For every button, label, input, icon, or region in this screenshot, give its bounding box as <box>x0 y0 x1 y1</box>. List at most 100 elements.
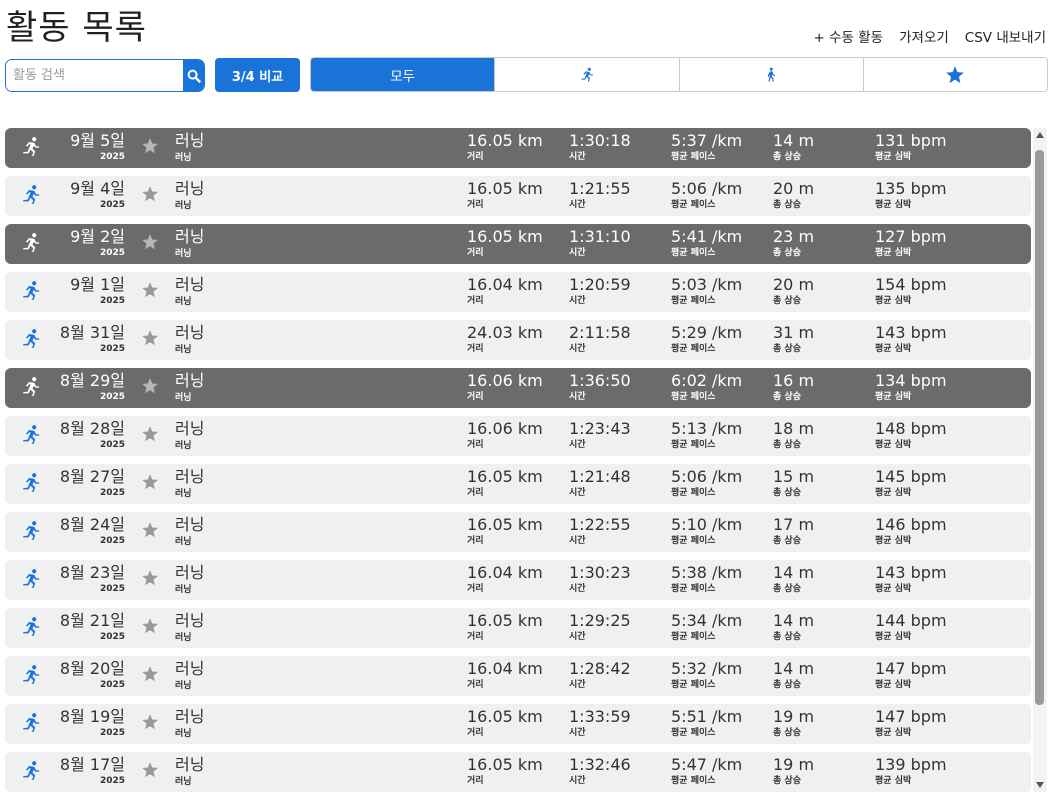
favorite-star-icon[interactable] <box>141 761 159 779</box>
heart-rate-value: 143 bpm <box>875 323 947 342</box>
activity-row[interactable]: 8월 17일 2025 러닝 러닝 16.05 km 거리 1:32:46 시간… <box>5 752 1031 792</box>
activity-name[interactable]: 러닝 <box>175 563 204 583</box>
activity-row[interactable]: 8월 29일 2025 러닝 러닝 16.06 km 거리 1:36:50 시간… <box>5 368 1031 408</box>
page-title: 활동 목록 <box>6 8 147 48</box>
search-button[interactable] <box>183 60 204 91</box>
activity-row[interactable]: 8월 19일 2025 러닝 러닝 16.05 km 거리 1:33:59 시간… <box>5 704 1031 744</box>
activity-list: 9월 5일 2025 러닝 러닝 16.05 km 거리 1:30:18 시간 … <box>5 128 1031 798</box>
running-icon <box>23 713 40 733</box>
favorite-star-icon[interactable] <box>141 137 159 155</box>
activity-name[interactable]: 러닝 <box>175 131 204 151</box>
pace-label: 평균 페이스 <box>671 200 716 210</box>
favorite-star-icon[interactable] <box>141 329 159 347</box>
elevation-value: 18 m <box>773 419 815 438</box>
running-icon <box>23 473 40 493</box>
filter-tab-all[interactable]: 모두 <box>311 58 495 91</box>
activity-row[interactable]: 8월 28일 2025 러닝 러닝 16.06 km 거리 1:23:43 시간… <box>5 416 1031 456</box>
activity-row[interactable]: 8월 24일 2025 러닝 러닝 16.05 km 거리 1:22:55 시간… <box>5 512 1031 552</box>
pace-metric: 5:37 /km 평균 페이스 <box>671 131 742 163</box>
activity-date: 8월 31일 <box>59 323 125 342</box>
activity-year: 2025 <box>99 728 125 738</box>
elevation-label: 총 상승 <box>773 536 801 546</box>
time-metric: 1:33:59 시간 <box>569 707 631 739</box>
activity-row[interactable]: 8월 27일 2025 러닝 러닝 16.05 km 거리 1:21:48 시간… <box>5 464 1031 504</box>
activity-type: 러닝 <box>175 537 192 547</box>
activity-type: 러닝 <box>175 345 192 355</box>
search-input[interactable] <box>6 60 183 91</box>
scroll-up-arrow-icon[interactable] <box>1036 132 1044 138</box>
activity-row[interactable]: 8월 23일 2025 러닝 러닝 16.04 km 거리 1:30:23 시간… <box>5 560 1031 600</box>
pace-label: 평균 페이스 <box>671 536 716 546</box>
activity-name[interactable]: 러닝 <box>175 467 204 487</box>
activity-name[interactable]: 러닝 <box>175 179 204 199</box>
filter-tab-running[interactable] <box>494 58 679 91</box>
heart-rate-metric: 145 bpm 평균 심박 <box>875 467 947 499</box>
favorite-star-icon[interactable] <box>141 473 159 491</box>
activity-name[interactable]: 러닝 <box>175 611 204 631</box>
activity-row[interactable]: 8월 21일 2025 러닝 러닝 16.05 km 거리 1:29:25 시간… <box>5 608 1031 648</box>
elevation-label: 총 상승 <box>773 728 801 738</box>
activity-row[interactable]: 9월 5일 2025 러닝 러닝 16.05 km 거리 1:30:18 시간 … <box>5 128 1031 168</box>
import-button[interactable]: 가져오기 <box>899 26 949 46</box>
activity-year: 2025 <box>99 488 125 498</box>
activity-name[interactable]: 러닝 <box>175 659 204 679</box>
time-label: 시간 <box>569 296 586 306</box>
favorite-star-icon[interactable] <box>141 233 159 251</box>
pace-value: 5:32 /km <box>671 659 743 678</box>
favorite-star-icon[interactable] <box>141 185 159 203</box>
time-metric: 1:28:42 시간 <box>569 659 631 691</box>
heart-rate-label: 평균 심박 <box>875 152 912 162</box>
activity-year: 2025 <box>99 440 125 450</box>
favorite-star-icon[interactable] <box>141 281 159 299</box>
time-metric: 1:30:18 시간 <box>569 131 631 163</box>
csv-export-button[interactable]: CSV 내보내기 <box>965 26 1046 46</box>
activity-row[interactable]: 9월 1일 2025 러닝 러닝 16.04 km 거리 1:20:59 시간 … <box>5 272 1031 312</box>
activity-name[interactable]: 러닝 <box>175 755 204 775</box>
pace-value: 5:13 /km <box>671 419 743 438</box>
running-icon <box>23 185 40 205</box>
time-label: 시간 <box>569 248 586 258</box>
heart-rate-label: 평균 심박 <box>875 536 912 546</box>
activity-date: 8월 24일 <box>59 515 125 534</box>
activity-type: 러닝 <box>175 729 192 739</box>
activity-name[interactable]: 러닝 <box>175 371 204 391</box>
distance-label: 거리 <box>467 584 484 594</box>
elevation-value: 31 m <box>773 323 815 342</box>
scroll-thumb[interactable] <box>1035 150 1044 705</box>
favorite-star-icon[interactable] <box>141 425 159 443</box>
scroll-down-arrow-icon[interactable] <box>1036 782 1044 788</box>
elevation-metric: 20 m 총 상승 <box>773 179 814 211</box>
favorite-star-icon[interactable] <box>141 617 159 635</box>
heart-rate-label: 평균 심박 <box>875 584 912 594</box>
pace-label: 평균 페이스 <box>671 152 716 162</box>
filter-tab-favorites[interactable] <box>862 58 1047 91</box>
activity-name[interactable]: 러닝 <box>175 227 204 247</box>
favorite-star-icon[interactable] <box>141 521 159 539</box>
manual-activity-button[interactable]: + 수동 활동 <box>814 26 884 46</box>
compare-button[interactable]: 3/4 비교 <box>215 58 300 92</box>
activity-row[interactable]: 8월 20일 2025 러닝 러닝 16.04 km 거리 1:28:42 시간… <box>5 656 1031 696</box>
favorite-star-icon[interactable] <box>141 377 159 395</box>
scrollbar[interactable] <box>1033 128 1047 792</box>
elevation-value: 14 m <box>773 131 815 150</box>
activity-name[interactable]: 러닝 <box>175 275 204 295</box>
distance-label: 거리 <box>467 488 484 498</box>
activity-date: 8월 17일 <box>59 755 125 774</box>
activity-row[interactable]: 8월 31일 2025 러닝 러닝 24.03 km 거리 2:11:58 시간… <box>5 320 1031 360</box>
time-label: 시간 <box>569 728 586 738</box>
running-icon <box>23 569 40 589</box>
activity-name[interactable]: 러닝 <box>175 515 204 535</box>
filter-tab-walking[interactable] <box>678 58 863 91</box>
activity-name[interactable]: 러닝 <box>175 419 204 439</box>
activity-date: 8월 27일 <box>59 467 125 486</box>
pace-label: 평균 페이스 <box>671 632 716 642</box>
activity-name[interactable]: 러닝 <box>175 323 204 343</box>
activity-row[interactable]: 9월 4일 2025 러닝 러닝 16.05 km 거리 1:21:55 시간 … <box>5 176 1031 216</box>
favorite-star-icon[interactable] <box>141 665 159 683</box>
activity-name[interactable]: 러닝 <box>175 707 204 727</box>
pace-label: 평균 페이스 <box>671 392 716 402</box>
favorite-star-icon[interactable] <box>141 713 159 731</box>
activity-row[interactable]: 9월 2일 2025 러닝 러닝 16.05 km 거리 1:31:10 시간 … <box>5 224 1031 264</box>
pace-value: 6:02 /km <box>671 371 743 390</box>
favorite-star-icon[interactable] <box>141 569 159 587</box>
